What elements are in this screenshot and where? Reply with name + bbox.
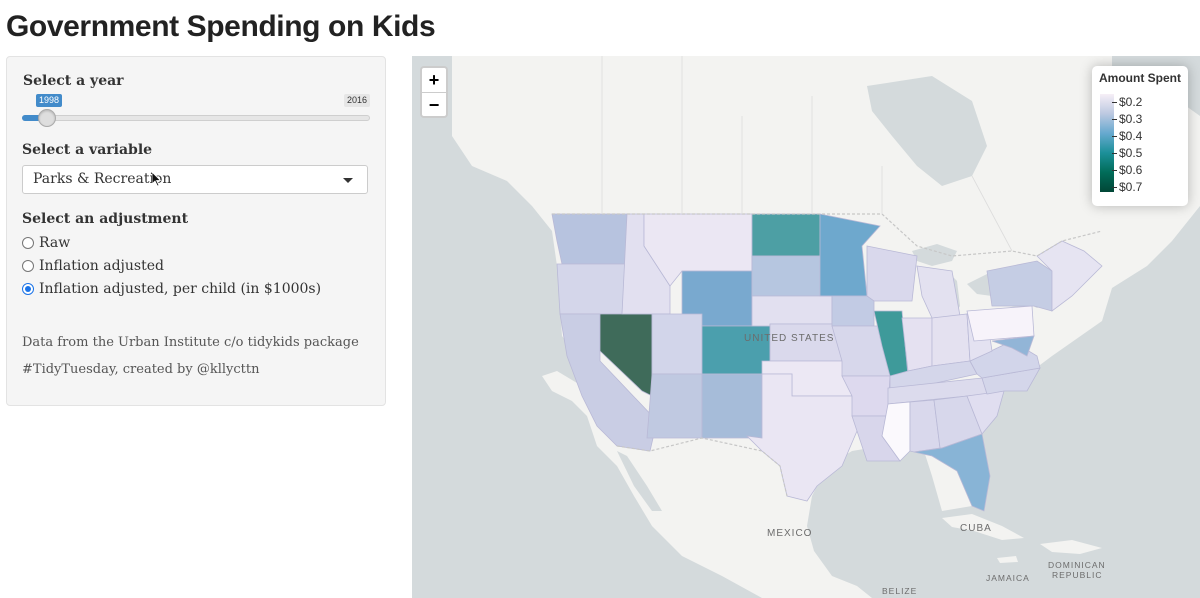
credit-note: #TidyTuesday, created by @kllycttn: [22, 362, 260, 377]
year-slider-handle[interactable]: [38, 109, 56, 127]
place-label-jamaica: JAMAICA: [986, 573, 1030, 583]
state-ohio: [931, 313, 971, 367]
year-slider[interactable]: 1998 2016: [22, 94, 370, 134]
legend-tick: [1112, 102, 1117, 103]
place-label-dominican-republic-line2: REPUBLIC: [1052, 570, 1103, 580]
map-legend: Amount Spent $0.2 $0.3 $0.4 $0.5 $0.6 $0…: [1092, 66, 1188, 206]
state-new-mexico: [701, 373, 763, 439]
adjustment-label: Select an adjustment: [22, 211, 189, 227]
place-label-mexico: MEXICO: [767, 528, 813, 539]
legend-label: $0.2: [1119, 95, 1143, 109]
state-arizona: [646, 373, 703, 439]
radio-button-inflation[interactable]: [22, 260, 34, 272]
place-label-belize: BELIZE: [882, 586, 918, 596]
zoom-out-button[interactable]: −: [422, 92, 446, 116]
state-nebraska: [751, 295, 833, 327]
basemap: [452, 56, 1200, 598]
variable-select[interactable]: Parks & Recreation: [22, 165, 368, 194]
legend-color-bar: [1100, 94, 1114, 192]
year-slider-max-badge: 2016: [343, 94, 370, 107]
radio-label-per-child: Inflation adjusted, per child (in $1000s…: [39, 281, 322, 297]
legend-tick: [1112, 170, 1117, 171]
zoom-in-button[interactable]: +: [422, 68, 446, 92]
year-slider-selected-badge: 1998: [36, 94, 63, 107]
radio-label-raw: Raw: [39, 235, 71, 251]
legend-title: Amount Spent: [1099, 71, 1181, 85]
radio-label-inflation: Inflation adjusted: [39, 258, 164, 274]
state-washington: [551, 213, 628, 265]
legend-tick: [1112, 153, 1117, 154]
radio-option-per-child[interactable]: Inflation adjusted, per child (in $1000s…: [22, 280, 321, 298]
variable-label: Select a variable: [22, 142, 153, 158]
radio-option-inflation[interactable]: Inflation adjusted: [22, 257, 164, 275]
year-slider-track[interactable]: [22, 115, 370, 121]
mouse-cursor-icon: [152, 172, 162, 187]
legend-label: $0.3: [1119, 112, 1143, 126]
year-label: Select a year: [23, 73, 124, 89]
state-oregon: [556, 263, 628, 315]
jamaica-land: [997, 556, 1018, 563]
state-wisconsin: [866, 245, 918, 302]
legend-label: $0.4: [1119, 129, 1143, 143]
variable-select-value: Parks & Recreation: [33, 171, 172, 187]
place-label-dominican-republic-line1: DOMINICAN: [1048, 560, 1106, 570]
place-label-cuba: CUBA: [960, 523, 992, 534]
legend-tick: [1112, 136, 1117, 137]
state-north-dakota: [751, 213, 821, 257]
hispaniola-land: [1040, 540, 1102, 554]
legend-label: $0.7: [1119, 180, 1143, 194]
state-utah: [651, 313, 703, 375]
state-pennsylvania: [966, 305, 1035, 342]
state-south-dakota: [751, 255, 821, 297]
data-source-note: Data from the Urban Institute c/o tidyki…: [22, 335, 359, 350]
legend-tick: [1112, 119, 1117, 120]
place-label-united-states: UNITED STATES: [744, 333, 835, 344]
legend-label: $0.5: [1119, 146, 1143, 160]
zoom-control: + −: [420, 66, 448, 118]
map-panel[interactable]: + − Amount Spent $0.2 $0.3 $0.4 $0.5 $0.…: [412, 56, 1200, 598]
page-title: Government Spending on Kids: [6, 10, 436, 43]
legend-tick: [1112, 187, 1117, 188]
radio-button-raw[interactable]: [22, 237, 34, 249]
chevron-down-icon: [343, 178, 353, 183]
radio-option-raw[interactable]: Raw: [22, 234, 70, 252]
radio-button-per-child[interactable]: [22, 283, 34, 295]
legend-label: $0.6: [1119, 163, 1143, 177]
